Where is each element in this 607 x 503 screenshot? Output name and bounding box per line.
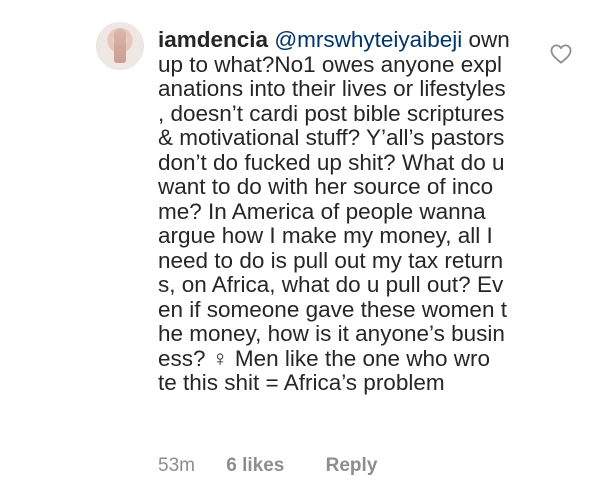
comment-line: need to do is pull out my tax return: [158, 247, 504, 273]
comment-line: want to do with her source of inco: [158, 174, 494, 199]
username[interactable]: iamdencia: [158, 27, 268, 52]
likes-count[interactable]: 6 likes: [226, 455, 284, 476]
comment-line: he money, how is it anyone’s busin: [158, 321, 505, 346]
comment-line: ess? ♀ Men like the one who wro: [158, 345, 491, 371]
heart-svg: [550, 44, 572, 64]
heart-outline-icon[interactable]: [550, 44, 572, 64]
comment-line: & motivational stuff? Y’all’s pastors: [158, 125, 505, 150]
comment-line: argue how I make my money, all I: [158, 223, 493, 248]
comment-line: te this shit = Africa’s problem: [158, 370, 445, 395]
comment: iamdencia @mrswhyteiyaibeji own up to wh…: [0, 0, 607, 503]
avatar[interactable]: [96, 22, 144, 70]
comment-meta: 53m 6 likes Reply: [158, 455, 377, 477]
comment-text-first: own: [462, 27, 510, 52]
comment-line: me? In America of people wanna: [158, 198, 486, 224]
comment-line: don’t do fucked up shit? What do u: [158, 149, 505, 175]
avatar-figure: [114, 29, 126, 63]
comment-line: en if someone gave these women t: [158, 296, 507, 322]
comment-text: iamdencia @mrswhyteiyaibeji own up to wh…: [158, 27, 558, 396]
comment-line: , doesn’t cardi post bible scriptures: [158, 100, 505, 126]
comment-line: anations into their lives or lifestyles: [158, 76, 506, 101]
comment-line: s, on Africa, what do u pull out? Ev: [158, 272, 504, 297]
comment-timestamp: 53m: [158, 455, 195, 476]
comment-line-0: iamdencia @mrswhyteiyaibeji own: [158, 27, 558, 53]
comment-line: up to what?No1 owes anyone expl: [158, 51, 502, 77]
mention-link[interactable]: @mrswhyteiyaibeji: [274, 27, 462, 52]
reply-button[interactable]: Reply: [326, 455, 378, 476]
